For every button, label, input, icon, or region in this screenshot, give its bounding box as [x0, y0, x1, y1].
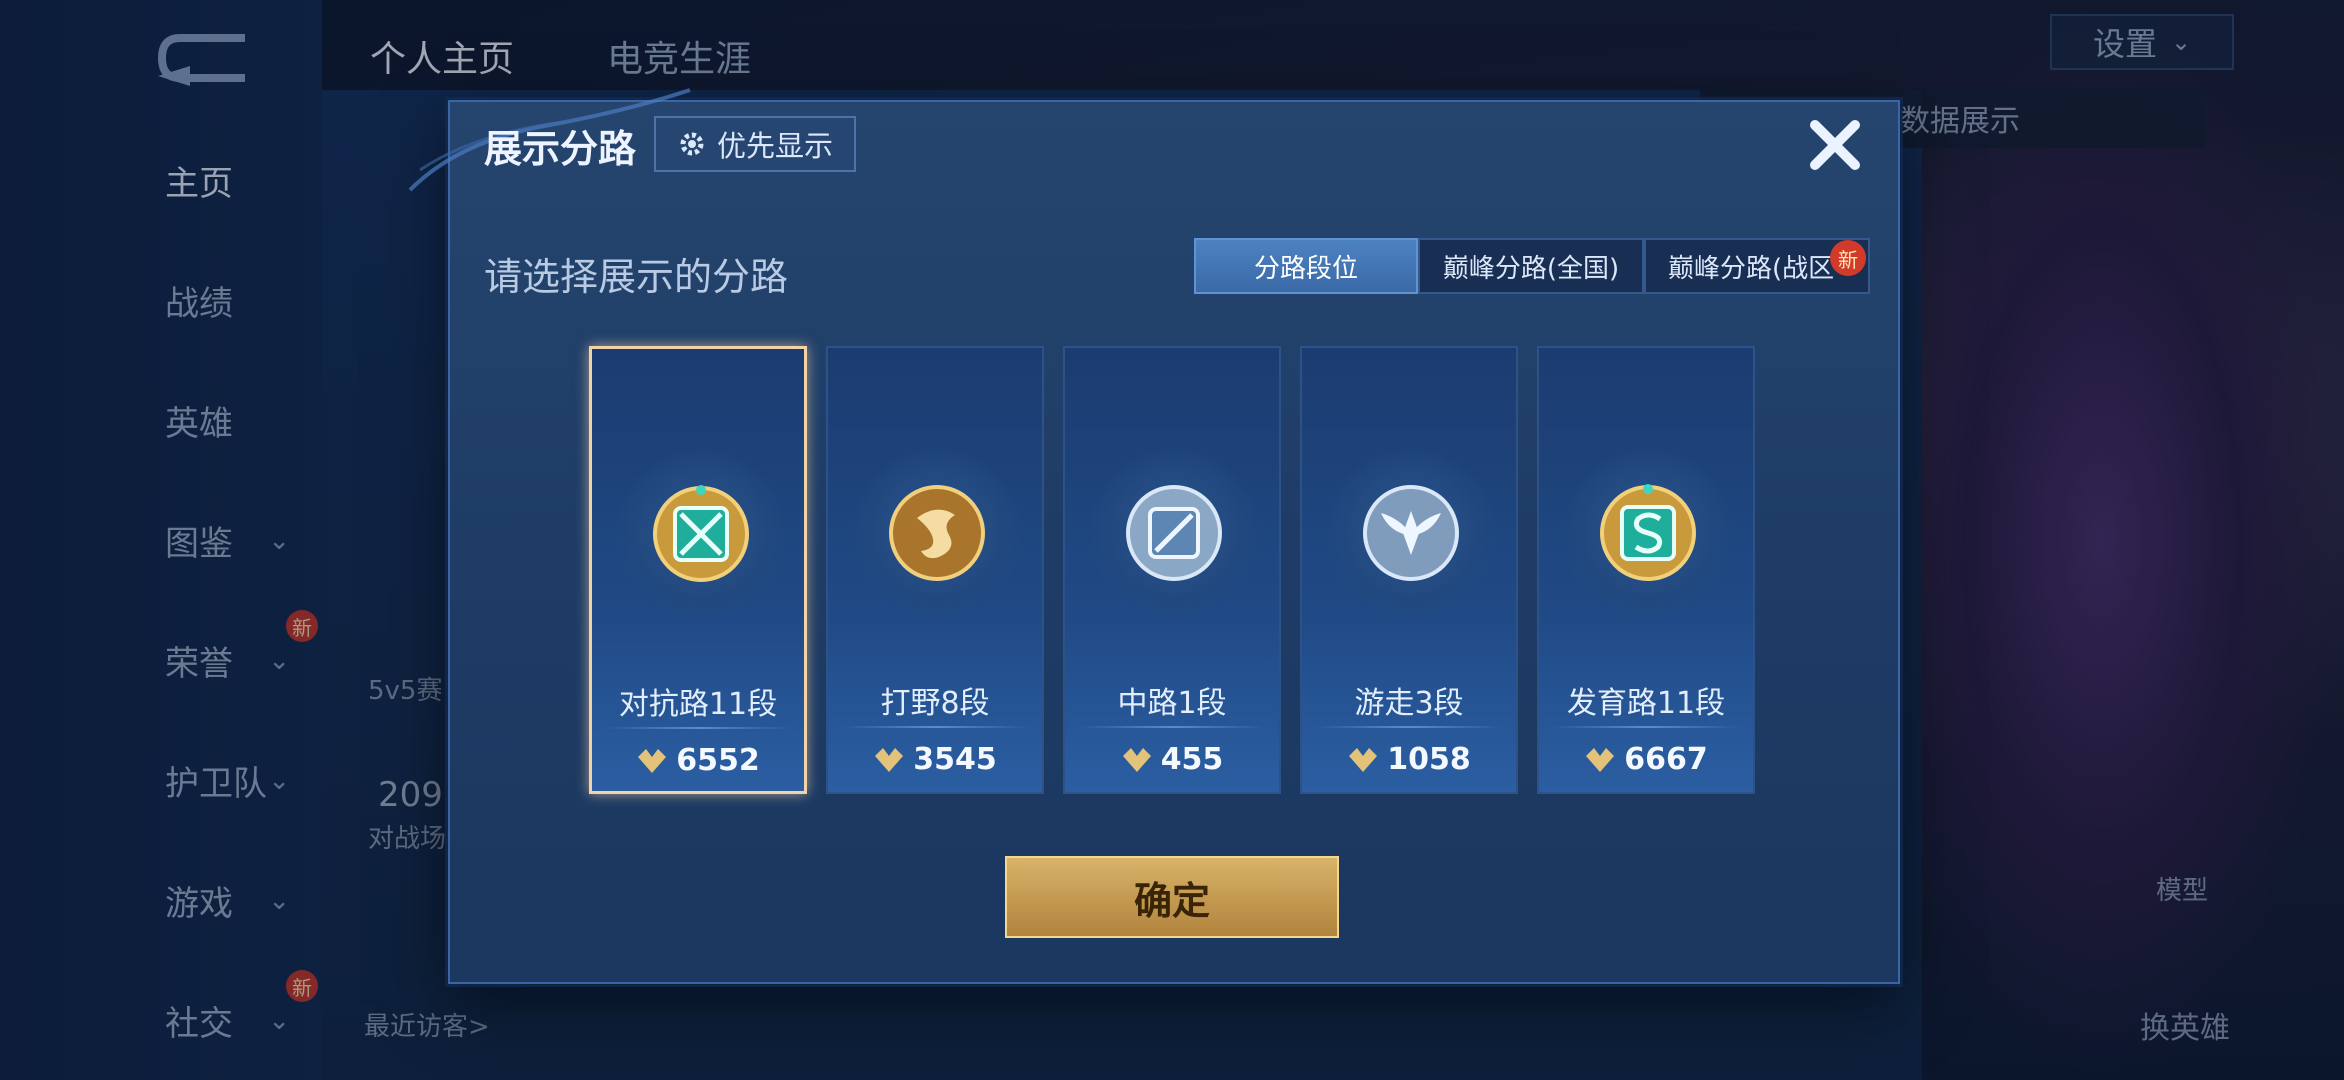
tab-lane-rank[interactable]: 分路段位	[1194, 238, 1418, 294]
confirm-button[interactable]: 确定	[1005, 856, 1339, 938]
rank-points-icon	[1122, 747, 1151, 772]
jungle-dragon-emblem-icon	[889, 485, 985, 581]
priority-display-button[interactable]: 优先显示	[654, 116, 856, 172]
lane-name: 游走3段	[1354, 686, 1464, 721]
lane-score: 1058	[1302, 742, 1516, 777]
lane-card-clash[interactable]: 对抗路11段 6552	[589, 346, 807, 794]
priority-label: 优先显示	[716, 129, 833, 163]
dialog-subtitle: 请选择展示的分路	[484, 255, 789, 299]
score-value: 6552	[676, 743, 760, 778]
score-value: 6667	[1624, 742, 1708, 777]
mid-lane-emblem-icon	[1126, 485, 1222, 581]
lane-card-roam[interactable]: 游走3段 1058	[1300, 346, 1518, 794]
new-badge: 新	[1830, 240, 1866, 276]
score-value: 1058	[1387, 742, 1471, 777]
rank-points-icon	[875, 747, 904, 772]
lane-score: 6552	[592, 743, 804, 778]
dialog-title: 展示分路	[484, 127, 637, 171]
lane-score: 455	[1065, 742, 1279, 777]
close-icon	[1810, 120, 1860, 170]
score-value: 455	[1160, 742, 1224, 777]
gear-icon	[680, 132, 704, 156]
lane-score: 3545	[828, 742, 1042, 777]
tab-peak-lane-national[interactable]: 巅峰分路(全国)	[1418, 238, 1644, 294]
clash-lane-emblem-icon	[653, 485, 749, 582]
lane-name: 打野8段	[880, 686, 990, 721]
roam-wings-emblem-icon	[1363, 485, 1459, 581]
rank-points-icon	[1586, 747, 1615, 772]
divider	[606, 727, 790, 729]
rank-points-icon	[638, 748, 667, 773]
divider	[1553, 726, 1739, 728]
close-button[interactable]	[1800, 110, 1870, 180]
lane-card-jungle[interactable]: 打野8段 3545	[826, 346, 1044, 794]
lane-score: 6667	[1539, 742, 1753, 777]
lane-name: 对抗路11段	[618, 687, 778, 722]
lane-name: 中路1段	[1117, 686, 1227, 721]
farm-lane-emblem-icon	[1600, 484, 1696, 581]
rank-points-icon	[1349, 747, 1378, 772]
lane-card-farm[interactable]: 发育路11段 6667	[1537, 346, 1755, 794]
divider	[842, 726, 1028, 728]
score-value: 3545	[913, 742, 997, 777]
divider	[1316, 726, 1502, 728]
lane-card-mid[interactable]: 中路1段 455	[1063, 346, 1281, 794]
divider	[1079, 726, 1265, 728]
lane-name: 发育路11段	[1566, 686, 1726, 721]
